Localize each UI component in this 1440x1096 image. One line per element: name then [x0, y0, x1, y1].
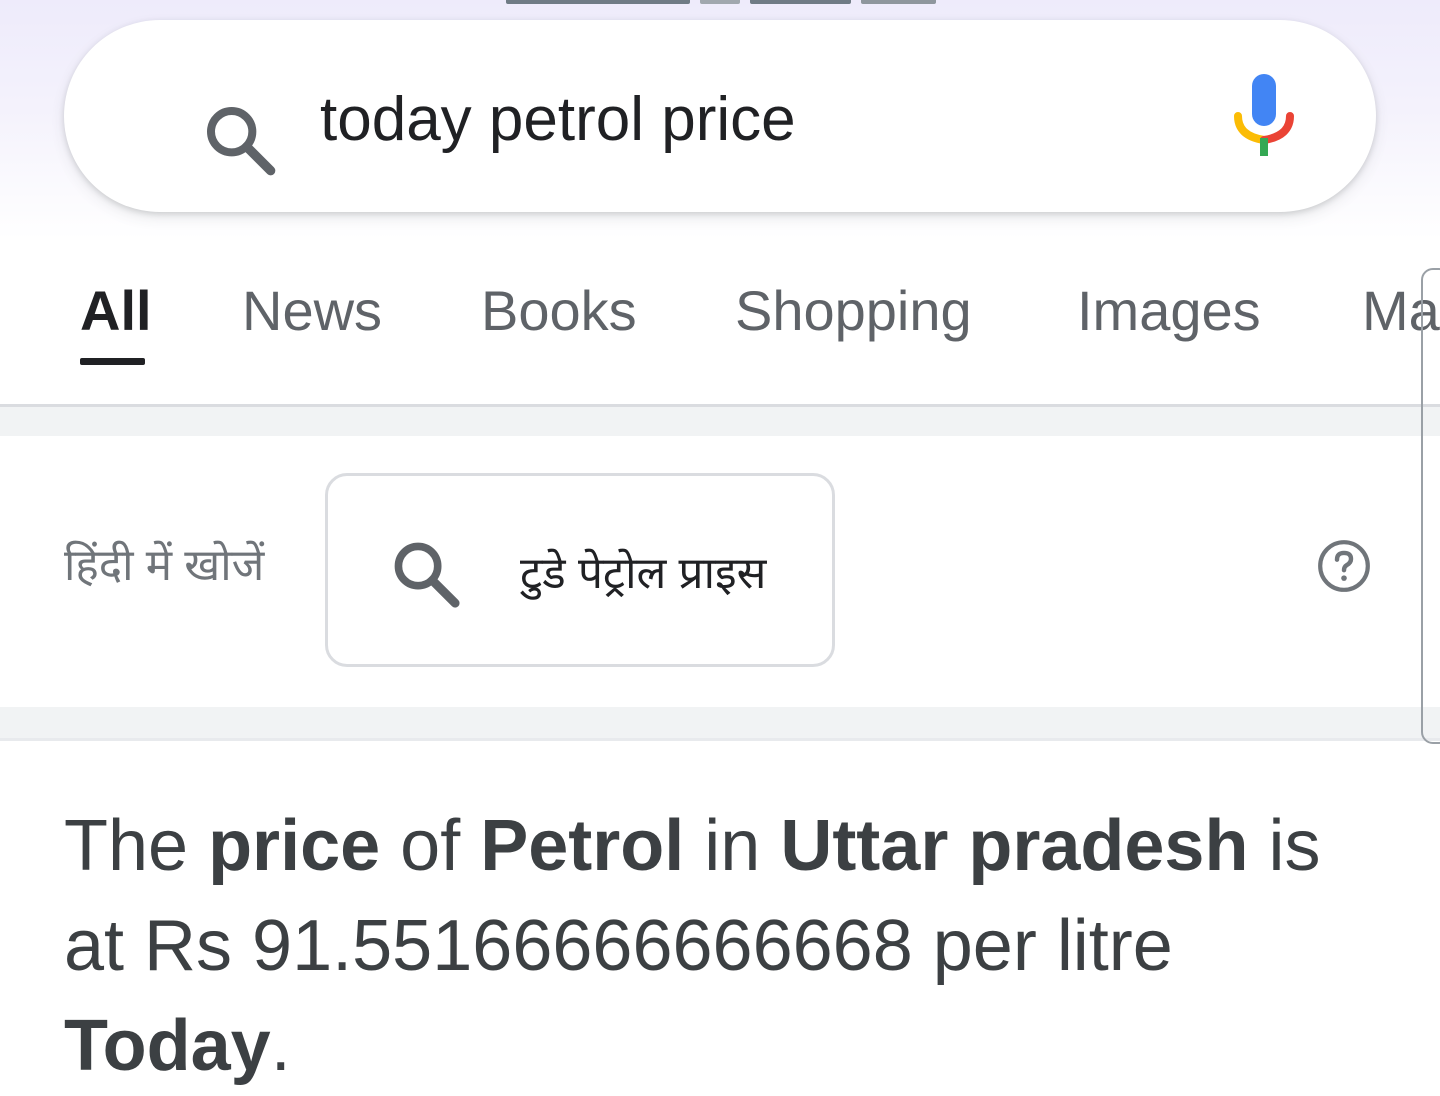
answer-text-bold: Petrol [480, 806, 685, 886]
answer-text: in [684, 806, 781, 886]
tab-news[interactable]: News [242, 276, 382, 346]
hindi-search-button[interactable]: टुडे पेट्रोल प्राइस [325, 473, 835, 667]
mic-icon[interactable] [1232, 74, 1296, 160]
answer-text-bold: Uttar pradesh [780, 806, 1249, 886]
hindi-search-query: टुडे पेट्रोल प्राइस [520, 549, 767, 598]
answer-text: . [270, 1006, 291, 1086]
hindi-search-suggestion: हिंदी में खोजें टुडे पेट्रोल प्राइस [0, 436, 1440, 707]
answer-text-bold: Today [64, 1006, 271, 1086]
doodle-edge [506, 0, 936, 4]
hindi-search-label: हिंदी में खोजें [64, 541, 265, 590]
answer-text: of [380, 806, 481, 886]
answer-text-bold: price [208, 806, 381, 886]
search-icon[interactable] [200, 100, 280, 180]
search-icon [394, 542, 460, 608]
tab-shopping[interactable]: Shopping [735, 276, 972, 346]
tab-all[interactable]: All [80, 276, 152, 346]
help-icon[interactable] [1316, 538, 1372, 594]
featured-answer: The price of Petrol in Uttar pradesh is … [64, 796, 1384, 1096]
answer-text: The [64, 806, 209, 886]
active-tab-indicator [80, 358, 145, 365]
section-gap [0, 707, 1440, 738]
search-input[interactable]: today petrol price [320, 84, 796, 156]
section-divider [0, 738, 1440, 741]
section-gap [0, 407, 1440, 436]
tab-images[interactable]: Images [1077, 276, 1261, 346]
scroll-handle[interactable] [1421, 268, 1440, 744]
search-tabs: All News Books Shopping Images Ma [0, 240, 1440, 406]
tab-books[interactable]: Books [481, 276, 637, 346]
